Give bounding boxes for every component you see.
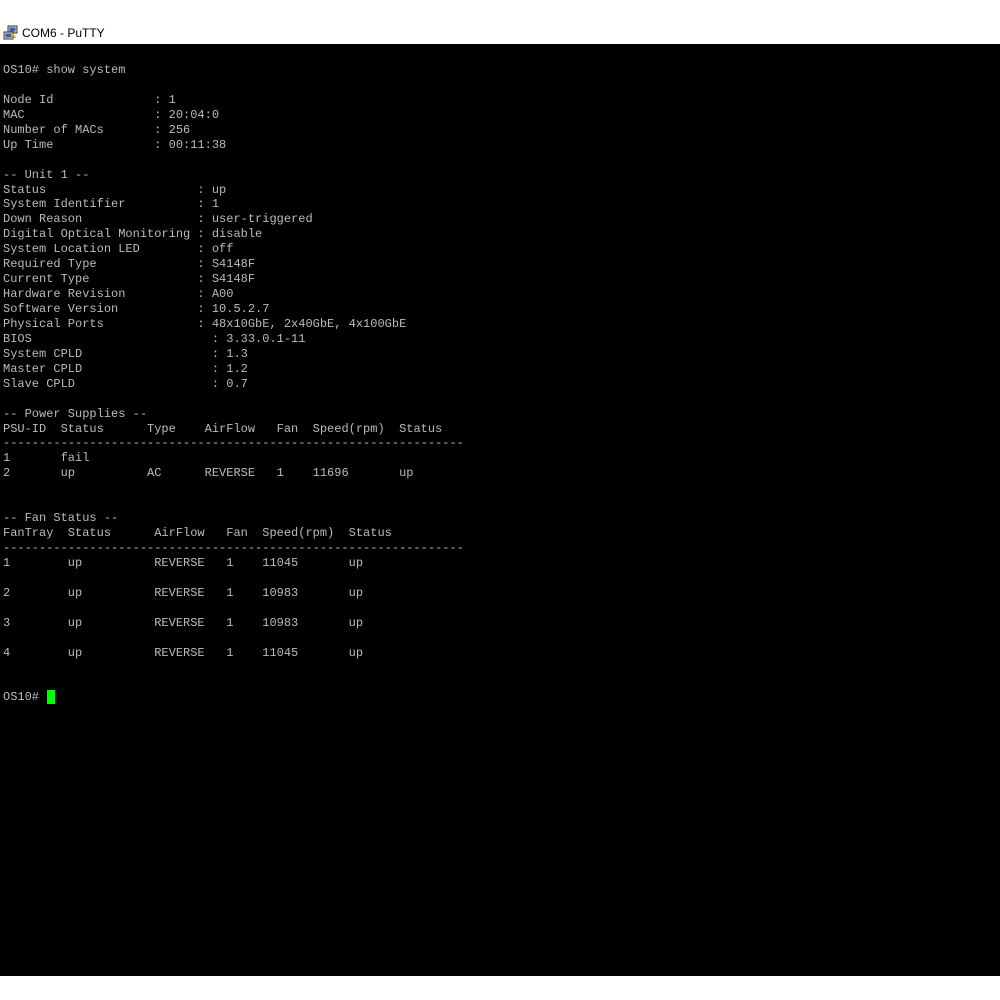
terminal-line: -- Fan Status -- [3, 511, 119, 526]
terminal-line: -- Power Supplies -- [3, 406, 148, 421]
terminal-line: Down Reason : user-triggered [3, 212, 313, 227]
terminal-line: Software Version : 10.5.2.7 [3, 302, 270, 316]
terminal-line: System Identifier : 1 [3, 197, 220, 212]
terminal-line: BIOS : 3.33.0.1-11 [3, 331, 306, 346]
terminal-line: Physical Ports : 48x10GbE, 2x40GbE, 4x10… [3, 316, 407, 331]
terminal-line: ----------------------------------------… [3, 436, 464, 451]
terminal-line: Digital Optical Monitoring : disable [3, 227, 263, 242]
title-bar[interactable]: COM6 - PuTTY [0, 22, 1000, 44]
prompt-line[interactable]: OS10# [3, 690, 464, 705]
text-cursor [47, 690, 56, 705]
terminal-line: 2 up AC REVERSE 1 11696 up [3, 466, 414, 481]
terminal-line: Current Type : S4148F [3, 272, 256, 287]
putty-window: COM6 - PuTTY OS10# show system Node Id : … [0, 0, 1000, 1000]
terminal-line: System CPLD : 1.3 [3, 346, 248, 361]
terminal-line: 1 up REVERSE 1 11045 up [3, 555, 364, 570]
terminal-screen[interactable]: OS10# show system Node Id : 1 MAC : 20:04:… [0, 44, 1000, 976]
prompt-text: OS10# [3, 690, 47, 705]
terminal-line: ----------------------------------------… [3, 541, 464, 555]
terminal-output: OS10# show system Node Id : 1 MAC : 20:04:… [3, 63, 464, 705]
putty-icon [3, 25, 19, 41]
window-title: COM6 - PuTTY [22, 26, 105, 40]
window-bottom-border [0, 976, 1000, 1000]
terminal-line: Up Time : 00:11:38 [3, 137, 227, 152]
terminal-line: OS10# show system [3, 63, 126, 77]
terminal-line: Hardware Revision : A00 [3, 287, 234, 302]
terminal-line: Slave CPLD : 0.7 [3, 376, 248, 391]
terminal-line: 4 up REVERSE 1 11045 up [3, 645, 364, 660]
terminal-line: MAC : 20:04:0 [3, 107, 220, 122]
terminal-line: Node Id : 1 [3, 92, 176, 107]
terminal-line: Status : up [3, 182, 227, 197]
terminal-line: 1 fail [3, 451, 90, 466]
terminal-line: 3 up REVERSE 1 10983 up [3, 615, 364, 630]
terminal-line: Master CPLD : 1.2 [3, 361, 248, 376]
terminal-line: Number of MACs : 256 [3, 122, 191, 137]
terminal-line: System Location LED : off [3, 242, 234, 257]
terminal-line: FanTray Status AirFlow Fan Speed(rpm) St… [3, 526, 392, 541]
terminal-line: Required Type : S4148F [3, 257, 256, 272]
terminal-line: -- Unit 1 -- [3, 167, 90, 182]
terminal-line: PSU-ID Status Type AirFlow Fan Speed(rpm… [3, 421, 443, 436]
terminal-line: 2 up REVERSE 1 10983 up [3, 585, 364, 600]
